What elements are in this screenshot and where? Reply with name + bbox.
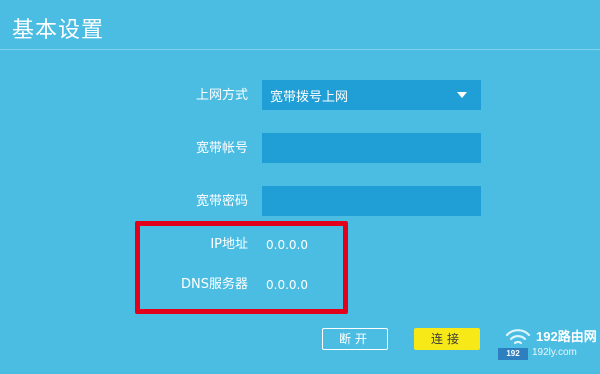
password-label: 宽带密码: [195, 194, 248, 209]
watermark-logo: 192路由网 192 192ly.com: [498, 324, 598, 370]
account-input[interactable]: [262, 133, 481, 163]
page-title: 基本设置: [12, 18, 105, 43]
highlight-box: [135, 221, 348, 314]
watermark-domain: 192ly.com: [532, 347, 577, 358]
connection-type-value: 宽带拨号上网: [270, 89, 349, 105]
title-divider: [0, 49, 600, 50]
watermark-strip: 192: [498, 348, 528, 360]
connection-type-select[interactable]: 宽带拨号上网: [262, 80, 481, 110]
password-input[interactable]: [262, 186, 481, 216]
caret-down-icon: [457, 92, 467, 98]
watermark-brand: 192路由网: [536, 329, 597, 344]
wifi-icon: [505, 329, 531, 345]
connect-button[interactable]: 连接: [414, 328, 480, 350]
account-label: 宽带帐号: [195, 141, 248, 156]
disconnect-button[interactable]: 断开: [322, 328, 388, 350]
connection-type-label: 上网方式: [195, 88, 248, 103]
